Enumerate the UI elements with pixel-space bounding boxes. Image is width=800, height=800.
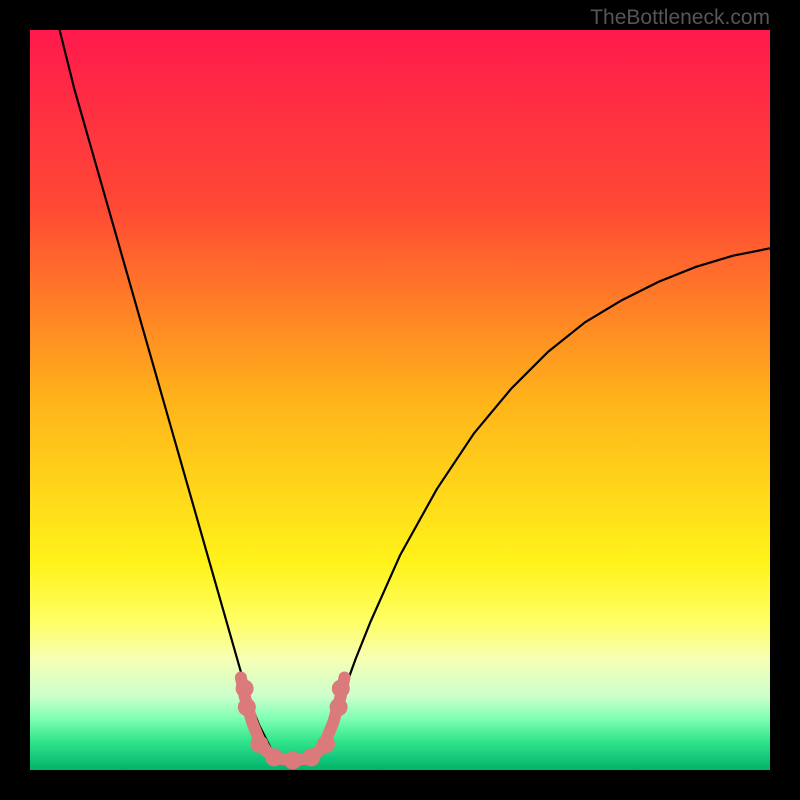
curve-layer [30,30,770,770]
marker-dot [265,748,283,766]
series-right-branch [319,248,770,755]
marker-dot [236,680,254,698]
marker-dot [332,680,350,698]
marker-dot [330,698,348,716]
plot-area [30,30,770,770]
marker-dot [302,748,320,766]
marker-dot [250,735,268,753]
marker-dot [284,751,302,769]
watermark-text: TheBottleneck.com [590,6,770,30]
series-left-branch [60,30,275,755]
chart-frame: TheBottleneck.com [0,0,800,800]
marker-dot [238,698,256,716]
marker-dot [317,735,335,753]
